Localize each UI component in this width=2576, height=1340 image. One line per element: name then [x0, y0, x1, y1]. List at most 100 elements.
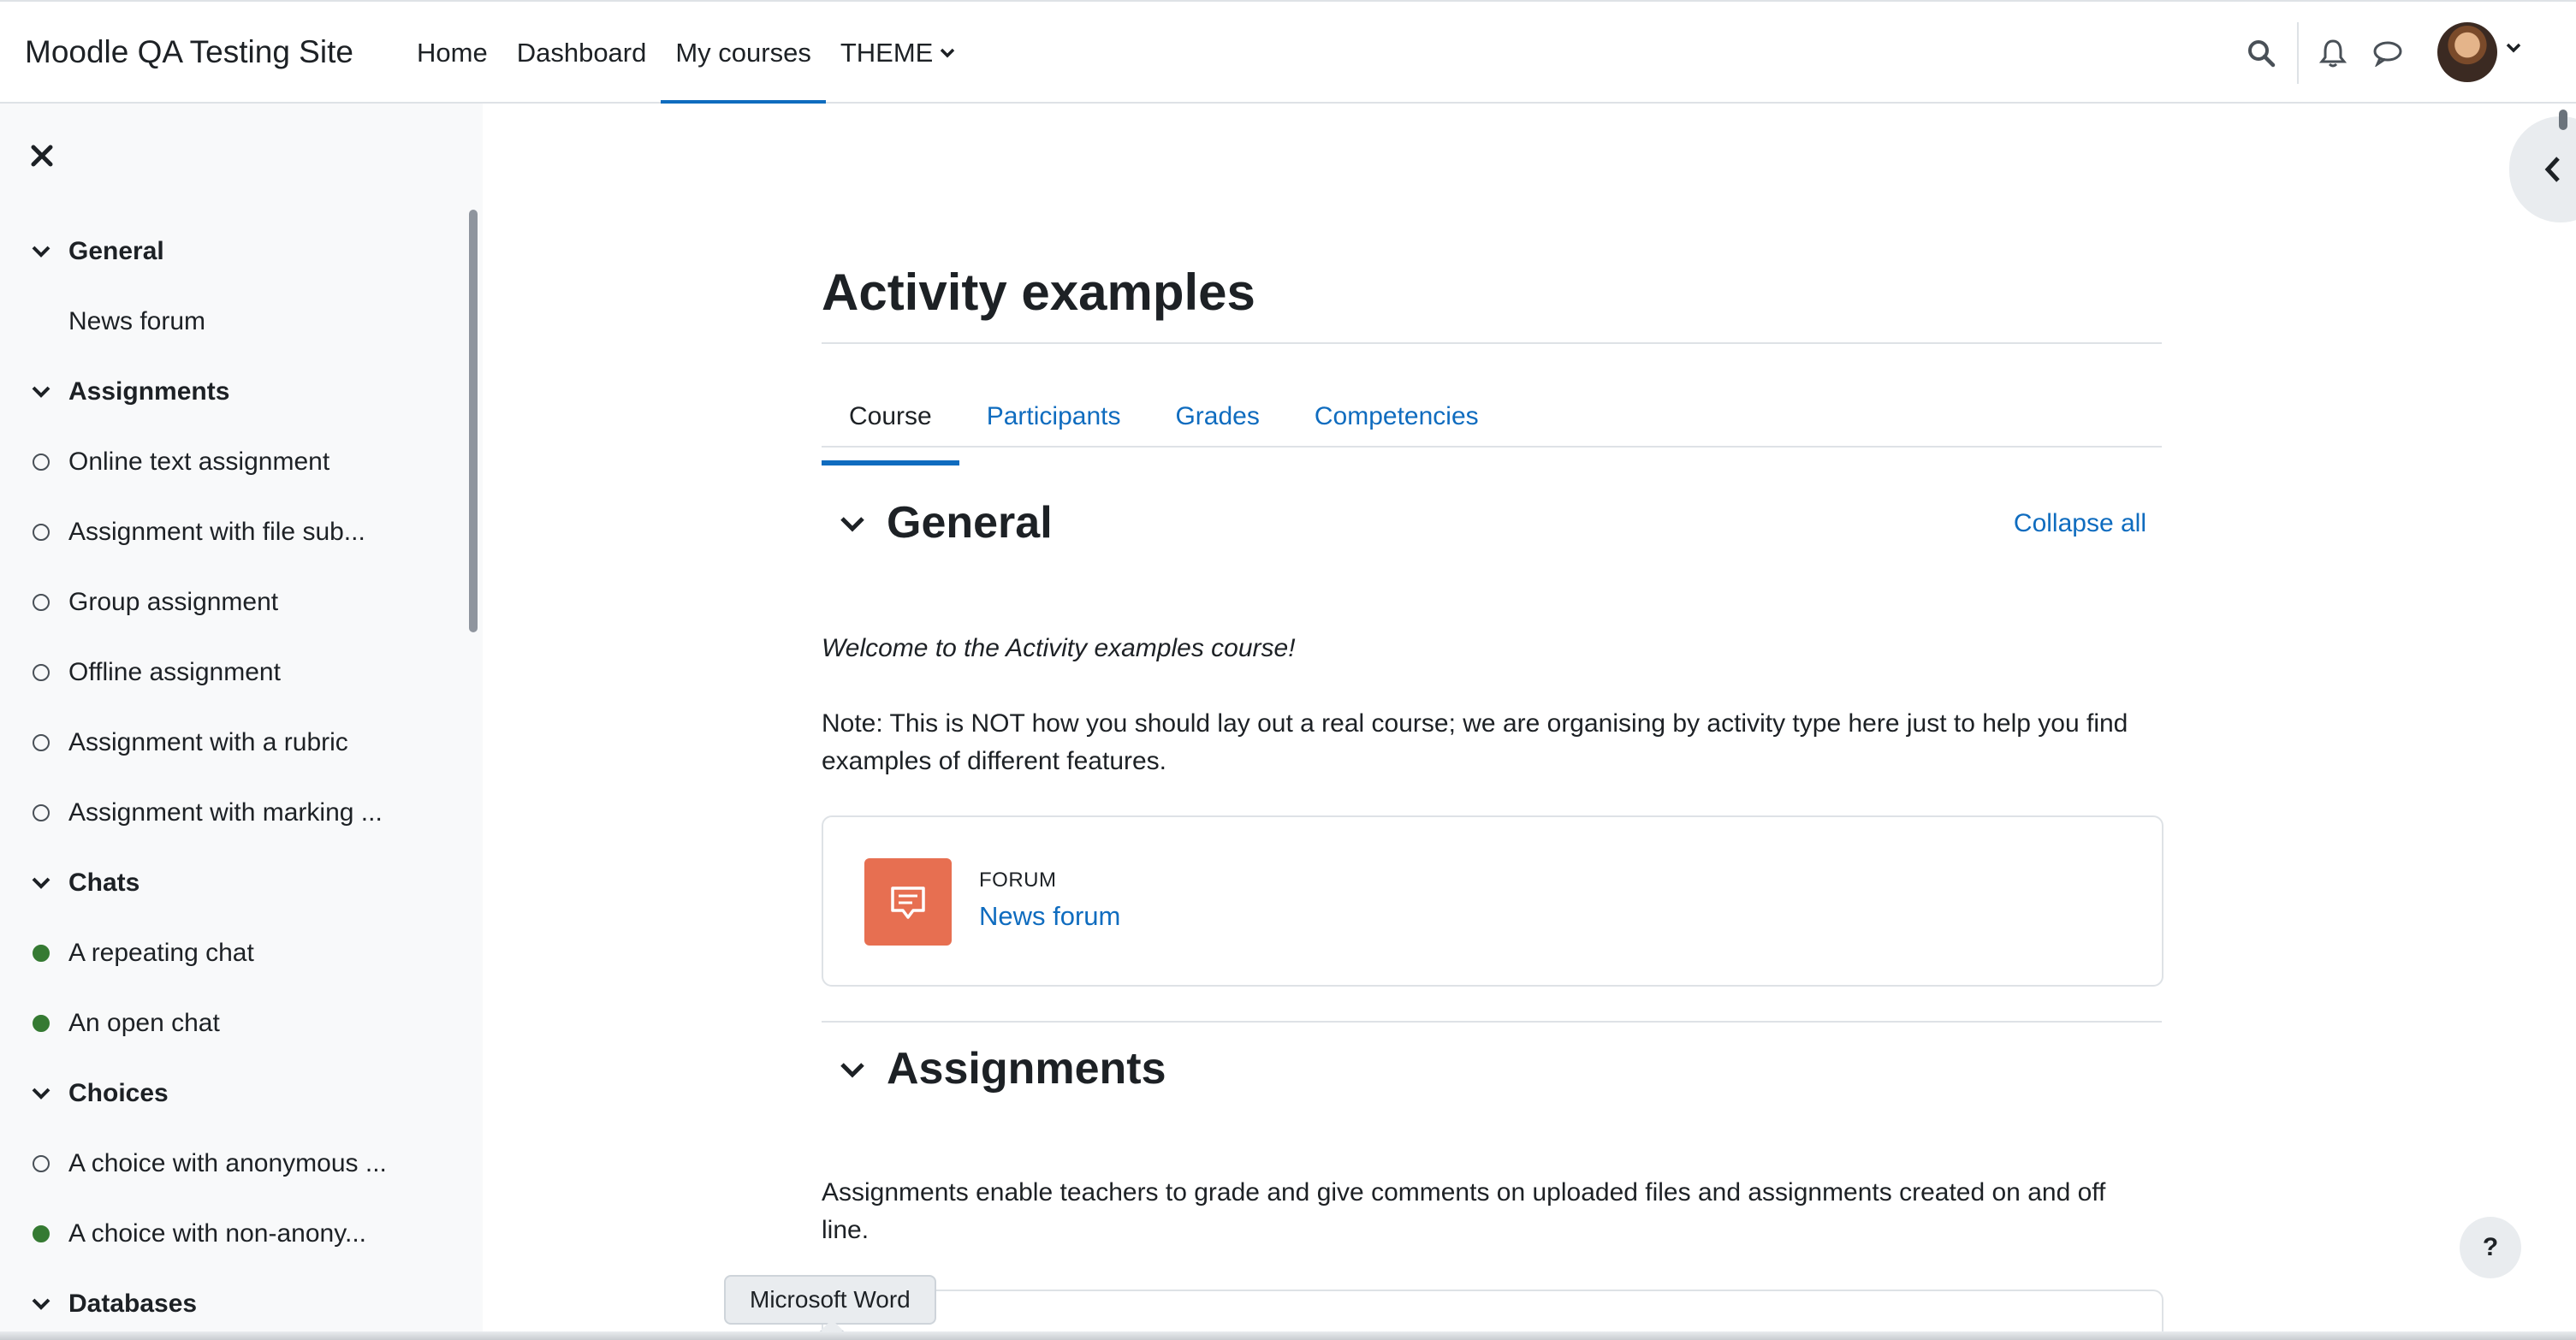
- course-index-item: Offline assignment: [0, 647, 462, 698]
- forum-icon[interactable]: [864, 858, 952, 946]
- chevron-down-icon: [941, 48, 955, 57]
- tab-competencies[interactable]: Competencies: [1287, 369, 1506, 464]
- bell-icon[interactable]: [2314, 34, 2352, 72]
- course-index-item: Group assignment: [0, 577, 462, 628]
- section-description: Assignments enable teachers to grade and…: [822, 1178, 2106, 1244]
- course-index-section-title[interactable]: Choices: [68, 1079, 169, 1108]
- tab-label: Course: [849, 401, 932, 430]
- site-name[interactable]: Moodle QA Testing Site: [25, 34, 353, 70]
- course-index-item: Assignment with marking ...: [0, 787, 462, 839]
- course-index-item-label[interactable]: News forum: [68, 307, 205, 336]
- chevron-down-icon[interactable]: [2506, 43, 2521, 53]
- completion-status-icon: [33, 1155, 50, 1172]
- nav-my-courses[interactable]: My courses: [661, 2, 827, 105]
- completion-status-icon: [33, 524, 50, 541]
- completion-status-icon: [33, 945, 50, 962]
- section-title[interactable]: Assignments: [887, 1043, 1166, 1094]
- tab-course[interactable]: Course: [822, 369, 959, 465]
- page-title: Activity examples: [822, 264, 1255, 321]
- completion-status-icon: [33, 454, 50, 471]
- tab-label: Participants: [986, 401, 1121, 430]
- course-index-section-title[interactable]: Databases: [68, 1290, 197, 1319]
- tab-label: Competencies: [1314, 401, 1479, 430]
- welcome-text: Welcome to the Activity examples course!: [822, 634, 1296, 662]
- course-index-item: Online text assignment: [0, 436, 462, 488]
- course-index-section-title[interactable]: Assignments: [68, 377, 229, 406]
- tab-participants[interactable]: Participants: [959, 369, 1149, 464]
- course-tabs: Course Participants Grades Competencies: [822, 369, 1506, 465]
- course-index-section-title[interactable]: Chats: [68, 869, 139, 898]
- course-index-section-assignments: Assignments: [0, 366, 462, 418]
- completion-status-icon: [33, 804, 50, 821]
- chat-bubble-icon[interactable]: [2369, 34, 2407, 72]
- section-title[interactable]: General: [887, 497, 1053, 548]
- course-index-item-label[interactable]: A choice with anonymous ...: [68, 1149, 387, 1178]
- nav-theme-label: THEME: [840, 37, 934, 68]
- window-bottom-edge: [0, 1331, 2576, 1340]
- course-index-item-label[interactable]: A repeating chat: [68, 939, 254, 968]
- close-icon[interactable]: [29, 143, 55, 169]
- course-index-item: Assignment with a rubric: [0, 717, 462, 768]
- avatar[interactable]: [2437, 22, 2497, 82]
- course-index-item-label[interactable]: Assignment with a rubric: [68, 728, 348, 757]
- completion-status-icon: [33, 594, 50, 611]
- activity-link[interactable]: News forum: [979, 901, 1120, 932]
- course-index-item: News forum: [0, 296, 462, 347]
- primary-navigation: Home Dashboard My courses THEME: [402, 2, 970, 105]
- top-navbar: Moodle QA Testing Site Home Dashboard My…: [0, 0, 2576, 105]
- chevron-down-icon[interactable]: [29, 380, 53, 404]
- navbar-divider: [2297, 22, 2299, 84]
- course-index-section-title[interactable]: General: [68, 237, 164, 266]
- course-index-item-label[interactable]: Assignment with file sub...: [68, 518, 365, 547]
- completion-status-icon: [33, 734, 50, 751]
- activity-card-forum: FORUM News forum: [822, 815, 2163, 987]
- course-note: Note: This is NOT how you should lay out…: [822, 709, 2128, 775]
- course-index-item: An open chat: [0, 998, 462, 1049]
- course-index-item: A repeating chat: [0, 928, 462, 979]
- chevron-down-icon[interactable]: [29, 1292, 53, 1316]
- completion-status-icon: [33, 1015, 50, 1032]
- chevron-down-icon[interactable]: [837, 1055, 868, 1086]
- chevron-down-icon[interactable]: [29, 1082, 53, 1106]
- course-index-item-label[interactable]: A choice with non-anony...: [68, 1219, 366, 1248]
- course-index-section-chats: Chats: [0, 857, 462, 909]
- completion-status-icon: [33, 664, 50, 681]
- course-index-item-label[interactable]: Assignment with marking ...: [68, 798, 383, 827]
- course-index-section-choices: Choices: [0, 1068, 462, 1119]
- course-index-item: Assignment with file sub...: [0, 507, 462, 558]
- activity-type-label: FORUM: [979, 869, 1057, 892]
- completion-status-icon: [33, 1225, 50, 1242]
- course-index-item-label[interactable]: Online text assignment: [68, 448, 329, 477]
- course-index-item-label[interactable]: Group assignment: [68, 588, 278, 617]
- chevron-left-icon: [2544, 157, 2560, 182]
- nav-my-courses-label: My courses: [675, 37, 811, 68]
- course-index-drawer: General News forum Assignments Online te…: [0, 104, 483, 1340]
- nav-home[interactable]: Home: [402, 2, 502, 104]
- section-header-general: General Collapse all: [822, 492, 2162, 552]
- course-index-item-label[interactable]: An open chat: [68, 1009, 220, 1038]
- main-content: Activity examples Course Participants Gr…: [483, 104, 2576, 1340]
- nav-home-label: Home: [417, 37, 488, 68]
- section-header-assignments: Assignments: [822, 1038, 2162, 1098]
- nav-dashboard[interactable]: Dashboard: [502, 2, 662, 104]
- divider: [822, 1021, 2162, 1023]
- course-index-section-general: General: [0, 226, 462, 277]
- help-button[interactable]: ?: [2460, 1217, 2521, 1278]
- course-index-item: A choice with non-anony...: [0, 1208, 462, 1260]
- course-index-item: A choice with anonymous ...: [0, 1138, 462, 1189]
- course-index-section-databases: Databases: [0, 1278, 462, 1330]
- divider: [822, 446, 2162, 448]
- collapse-all-link[interactable]: Collapse all: [2014, 509, 2146, 538]
- search-icon[interactable]: [2242, 34, 2280, 72]
- tab-label: Grades: [1175, 401, 1260, 430]
- page-scrollbar[interactable]: [2559, 110, 2567, 130]
- chevron-down-icon[interactable]: [29, 871, 53, 895]
- nav-theme-dropdown[interactable]: THEME: [826, 2, 970, 104]
- nav-dashboard-label: Dashboard: [516, 37, 647, 68]
- course-index-item-label[interactable]: Offline assignment: [68, 658, 281, 687]
- chevron-down-icon[interactable]: [29, 240, 53, 264]
- chevron-down-icon[interactable]: [837, 509, 868, 540]
- tab-grades[interactable]: Grades: [1148, 369, 1286, 464]
- tooltip: Microsoft Word: [724, 1275, 936, 1325]
- drawer-scrollbar[interactable]: [469, 210, 478, 632]
